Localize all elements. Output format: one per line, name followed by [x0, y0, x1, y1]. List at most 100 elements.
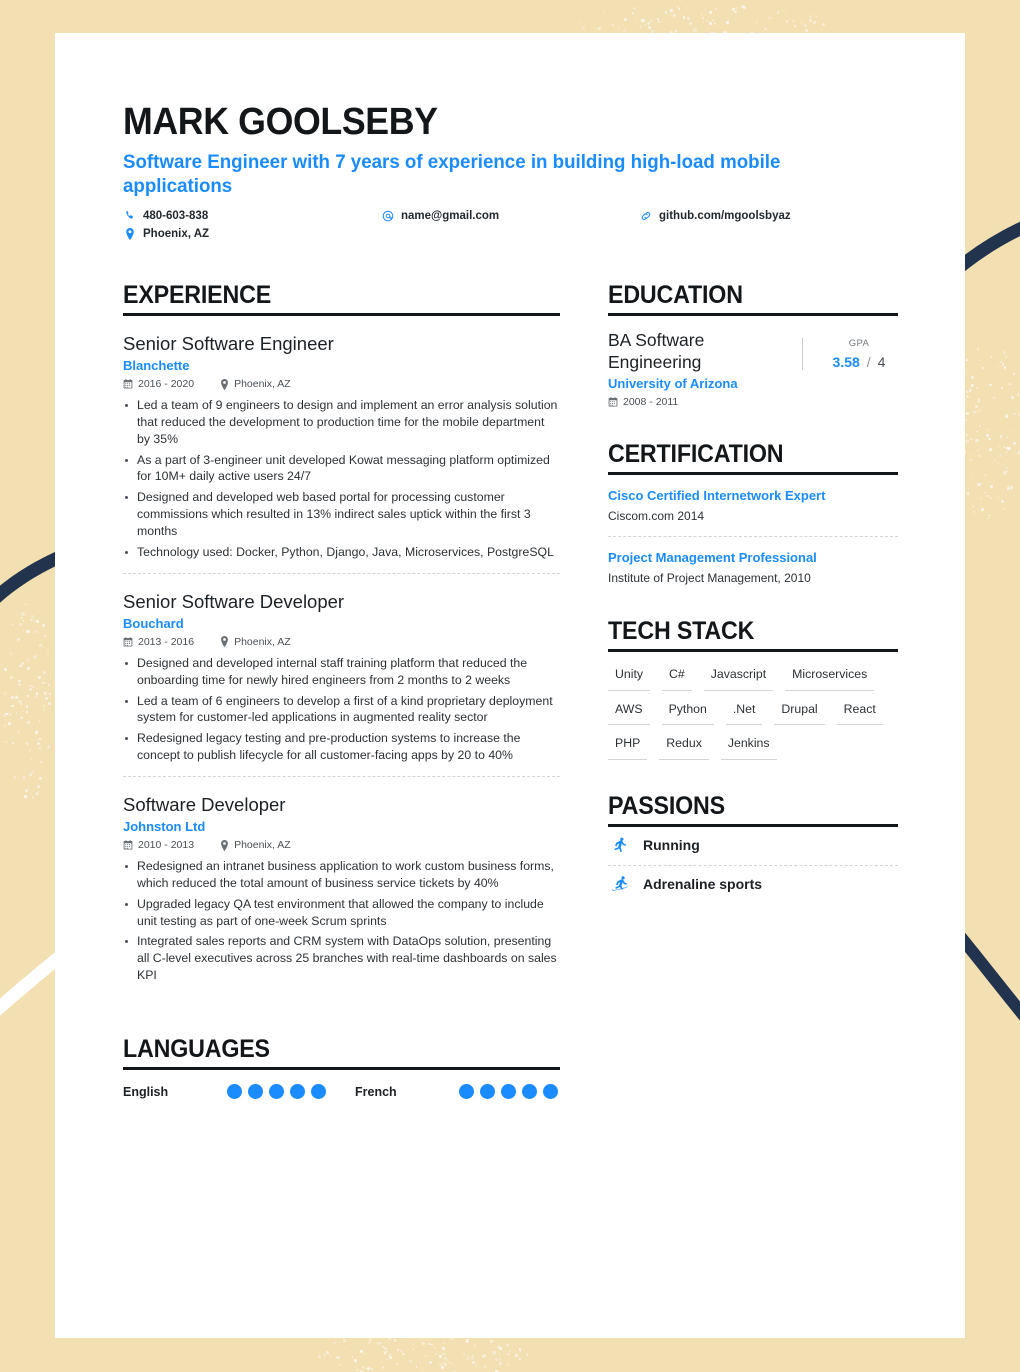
language-item: French [355, 1084, 558, 1100]
job-meta: 2010 - 2013 Phoenix, AZ [123, 839, 560, 851]
section-education: EDUCATION BA Software Engineering Univer… [608, 281, 898, 408]
job-title: Senior Software Engineer [123, 332, 334, 354]
job-location-value: Phoenix, AZ [234, 635, 291, 648]
job-location-value: Phoenix, AZ [234, 839, 291, 851]
tech-tag: Jenkins [720, 734, 777, 760]
language-level-dot [248, 1084, 263, 1100]
language-level-dot [269, 1084, 284, 1100]
tech-tag: C# [662, 665, 692, 691]
section-title-passions: PASSIONS [608, 791, 725, 820]
experience-bullet: Technology used: Docker, Python, Django,… [123, 544, 560, 561]
tech-tag-list: Unity C# Javascript Microservices AWS Python.… [608, 665, 898, 760]
language-level-dot [311, 1084, 326, 1100]
contact-email[interactable]: name@gmail.com [381, 210, 639, 222]
language-item: English [123, 1084, 355, 1100]
section-title-tech-stack: TECH STACK [608, 616, 755, 645]
contact-github[interactable]: github.com/mgoolsbyaz [639, 210, 907, 222]
tech-tag: Microservices [785, 665, 875, 691]
language-level [227, 1084, 326, 1100]
job-location: Phoenix, AZ [220, 636, 291, 648]
section-title-languages: LANGUAGES [123, 1034, 270, 1063]
section-rule [123, 1067, 560, 1071]
contact-email-value: name@gmail.com [401, 209, 500, 222]
tech-tag: Unity [608, 665, 651, 691]
education-entry: BA Software Engineering University of Ar… [608, 316, 898, 408]
certification-entry: Cisco Certified Internetwork Expert Cisco… [608, 475, 898, 523]
location-icon [220, 839, 229, 851]
section-title-certification: CERTIFICATION [608, 439, 784, 468]
job-location: Phoenix, AZ [220, 839, 291, 851]
gpa-label: GPA [848, 337, 870, 349]
language-list: English French [123, 1084, 560, 1100]
section-rule [608, 649, 898, 652]
job-dates-value: 2013 - 2016 [138, 635, 195, 648]
phone-icon [123, 210, 136, 221]
resume-page: MARK GOOLSEBY Software Engineer with 7 y… [55, 33, 965, 1338]
location-icon [220, 378, 229, 390]
experience-bullet: Integrated sales reports and CRM system … [123, 933, 560, 984]
tech-tag: AWS [608, 700, 650, 726]
experience-bullet: As a part of 3-engineer unit developed K… [123, 452, 560, 486]
certification-name[interactable]: Cisco Certified Internetwork Expert [608, 488, 898, 505]
experience-bullet: Upgraded legacy QA test environment that… [123, 896, 560, 930]
running-icon [608, 836, 630, 855]
tech-tag: Drupal [774, 700, 825, 726]
experience-bullet: Designed and developed web based portal … [123, 489, 560, 540]
job-location: Phoenix, AZ [220, 378, 291, 390]
job-dates-value: 2016 - 2020 [138, 378, 195, 391]
gpa-block: GPA 3.58 / 4 [802, 337, 898, 370]
resume-header: MARK GOOLSEBY Software Engineer with 7 y… [123, 103, 907, 240]
experience-bullet: Redesigned an intranet business applicat… [123, 858, 560, 892]
job-title: Senior Software Developer [123, 590, 345, 612]
gpa-score: 3.58 [832, 353, 860, 370]
passion-label: Adrenaline sports [643, 876, 763, 893]
section-languages: LANGUAGES English French [123, 1034, 560, 1100]
location-icon [123, 227, 136, 240]
education-dates: 2008 - 2011 [608, 396, 802, 408]
experience-bullet: Led a team of 6 engineers to develop a f… [123, 693, 560, 727]
tech-tag: Javascript [703, 665, 774, 691]
language-level-dot [501, 1084, 516, 1100]
language-level-dot [227, 1084, 242, 1100]
gpa-separator: / [866, 353, 871, 370]
contact-phone[interactable]: 480-603-838 [123, 210, 381, 222]
job-dates: 2013 - 2016 [123, 636, 194, 648]
at-icon [381, 210, 394, 222]
education-degree: BA Software Engineering [608, 329, 705, 372]
contact-location: Phoenix, AZ [123, 227, 381, 240]
language-name: French [355, 1084, 397, 1099]
job-dates-value: 2010 - 2013 [138, 839, 195, 851]
experience-bullet: Redesigned legacy testing and pre-produc… [123, 730, 560, 764]
job-location-value: Phoenix, AZ [234, 378, 291, 391]
experience-entry: Senior Software Developer Bouchard 2013 - … [123, 574, 560, 764]
job-bullet-list: Led a team of 9 engineers to design and … [123, 397, 560, 561]
language-level-dot [543, 1084, 558, 1100]
job-company[interactable]: Bouchard [123, 616, 560, 631]
tech-tag: React [836, 700, 883, 726]
headline: Software Engineer with 7 years of experi… [123, 150, 781, 197]
job-dates: 2016 - 2020 [123, 378, 194, 390]
contact-github-value: github.com/mgoolsbyaz [659, 209, 791, 222]
experience-entry: Software Developer Johnston Ltd 2010 - 201… [123, 777, 560, 984]
language-level-dot [480, 1084, 495, 1100]
certification-name[interactable]: Project Management Professional [608, 550, 898, 567]
job-company[interactable]: Johnston Ltd [123, 819, 560, 834]
tech-tag: Redux [659, 734, 709, 760]
calendar-icon [608, 396, 618, 407]
section-experience: EXPERIENCE Senior Software Engineer Blanc… [123, 280, 560, 984]
job-meta: 2016 - 2020 Phoenix, AZ [123, 378, 560, 390]
experience-entry: Senior Software Engineer Blanchette 2016 -… [123, 316, 560, 561]
location-icon [220, 636, 229, 648]
section-title-experience: EXPERIENCE [123, 280, 272, 309]
tech-tag: .Net [725, 700, 763, 726]
section-certification: CERTIFICATION Cisco Certified Internetwo… [608, 439, 898, 585]
passion-list: Running Adrenaline sports [608, 827, 898, 904]
tech-tag: PHP [608, 734, 648, 760]
gpa-max: 4 [877, 353, 886, 370]
job-company[interactable]: Blanchette [123, 358, 560, 373]
job-title: Software Developer [123, 793, 286, 815]
experience-bullet: Designed and developed internal staff tr… [123, 655, 560, 689]
language-level-dot [290, 1084, 305, 1100]
language-level [459, 1084, 558, 1100]
certification-org: Ciscom.com 2014 [608, 508, 705, 523]
